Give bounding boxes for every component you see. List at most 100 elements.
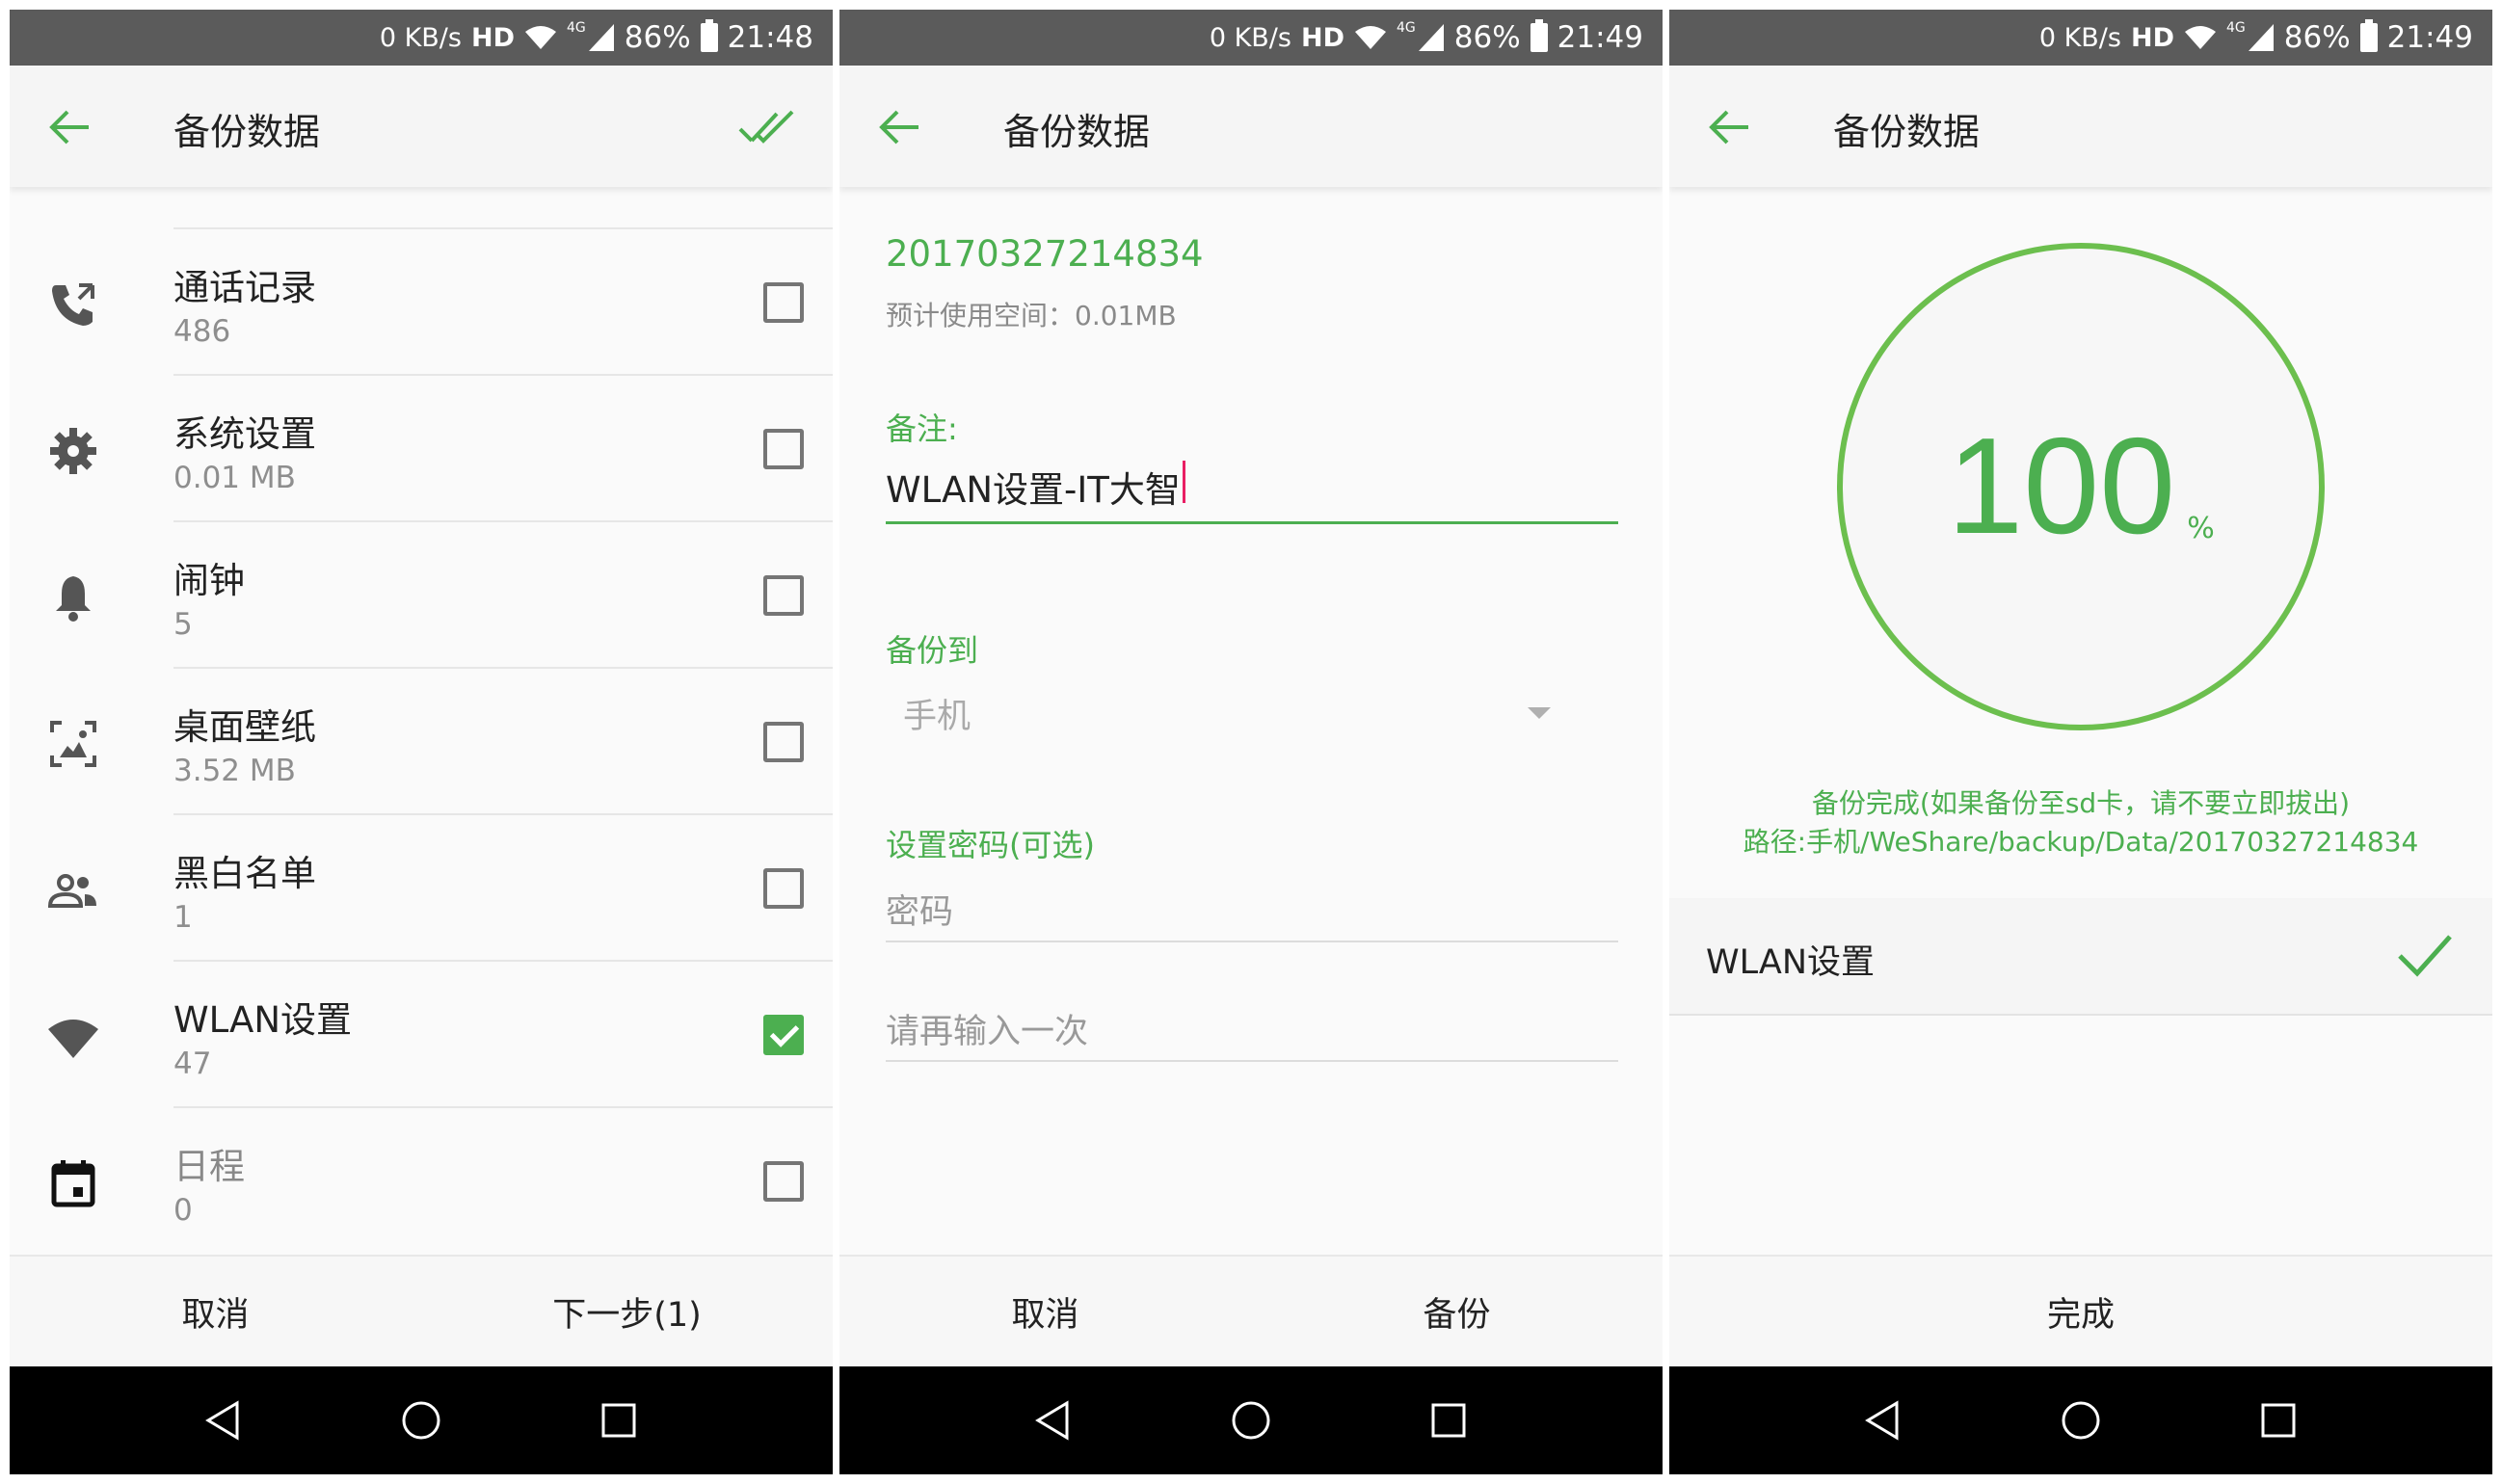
net-speed: 0 KB/s <box>2038 22 2121 53</box>
backup-button[interactable]: 备份 <box>1251 1257 1663 1366</box>
item-name: 系统设置 <box>173 413 316 455</box>
item-checkbox[interactable] <box>763 1015 804 1055</box>
nav-bar <box>839 1366 1663 1474</box>
page-title: 备份数据 <box>173 111 321 153</box>
next-button[interactable]: 下一步(1) <box>421 1257 833 1366</box>
item-name: 闹钟 <box>173 560 245 601</box>
finish-button[interactable]: 完成 <box>1669 1257 2492 1366</box>
item-name: 日程 <box>173 1146 245 1187</box>
net-speed: 0 KB/s <box>1209 22 1291 53</box>
list-item-call-log[interactable]: 通话记录 486 <box>10 229 833 376</box>
status-bar: 0 KB/s HD 4G 86% 21:48 <box>10 10 833 66</box>
nav-back-icon[interactable] <box>1030 1397 1077 1444</box>
dropdown-arrow-icon <box>1528 707 1551 719</box>
nav-back-icon[interactable] <box>1860 1397 1906 1444</box>
list-item-wallpaper[interactable]: 桌面壁纸 3.52 MB <box>10 669 833 815</box>
battery-icon <box>700 19 718 52</box>
item-checkbox[interactable] <box>763 282 804 323</box>
item-checkbox[interactable] <box>763 868 804 909</box>
nav-home-icon[interactable] <box>2058 1397 2104 1444</box>
item-checkbox[interactable] <box>763 429 804 469</box>
text-cursor <box>1182 461 1185 503</box>
people-icon <box>47 874 96 908</box>
item-checkbox[interactable] <box>763 575 804 616</box>
password-label: 设置密码(可选) <box>886 827 1095 863</box>
bottom-bar: 完成 <box>1669 1255 2492 1366</box>
phone-icon <box>52 283 94 326</box>
password-confirm-placeholder: 请再输入一次 <box>886 1013 1089 1051</box>
wifi-signal-icon <box>2184 26 2216 49</box>
item-name: 通话记录 <box>173 267 316 308</box>
battery-percent: 86% <box>1453 20 1521 55</box>
list-item-blacklist[interactable]: 黑白名单 1 <box>10 815 833 962</box>
backup-id: 20170327214834 <box>886 233 1204 275</box>
cancel-button[interactable]: 取消 <box>10 1257 421 1366</box>
page-title: 备份数据 <box>1003 111 1151 153</box>
result-item: WLAN设置 <box>1669 898 2492 1016</box>
network-type: 4G <box>1396 20 1416 36</box>
list-item-system-settings[interactable]: 系统设置 0.01 MB <box>10 376 833 522</box>
backup-to-value: 手机 <box>903 697 972 736</box>
item-checkbox[interactable] <box>763 722 804 762</box>
item-name: 桌面壁纸 <box>173 706 316 748</box>
hd-indicator: HD <box>2130 22 2174 53</box>
app-bar: 备份数据 <box>1669 66 2492 187</box>
status-bar: 0 KB/s HD 4G 86% 21:49 <box>839 10 1663 66</box>
clock: 21:49 <box>1557 20 1643 55</box>
back-arrow-icon[interactable] <box>48 108 91 146</box>
bell-icon <box>56 576 91 622</box>
item-count: 0.01 MB <box>173 461 296 495</box>
item-count: 5 <box>173 607 193 642</box>
nav-home-icon[interactable] <box>1228 1397 1274 1444</box>
cell-signal-icon <box>1418 24 1444 51</box>
done-message: 备份完成(如果备份至sd卡，请不要立即拔出) <box>1811 787 2351 819</box>
item-name: 黑白名单 <box>173 853 316 894</box>
select-all-icon[interactable] <box>738 108 796 146</box>
cell-signal-icon <box>588 24 614 51</box>
cell-signal-icon <box>2248 24 2274 51</box>
result-item-label: WLAN设置 <box>1706 943 1876 982</box>
password-confirm-input[interactable]: 请再输入一次 <box>886 1004 1618 1062</box>
nav-back-icon[interactable] <box>200 1397 247 1444</box>
password-input[interactable]: 密码 <box>886 885 1618 942</box>
wifi-signal-icon <box>524 26 556 49</box>
item-checkbox[interactable] <box>763 1161 804 1202</box>
battery-percent: 86% <box>2283 20 2351 55</box>
back-arrow-icon[interactable] <box>1708 108 1750 146</box>
network-type: 4G <box>566 20 586 36</box>
screen-select-items: 0 KB/s HD 4G 86% 21:48 备份数据 通话记录 486 系统设… <box>10 10 833 1474</box>
nav-recents-icon[interactable] <box>1425 1397 1472 1444</box>
item-count: 47 <box>173 1047 212 1081</box>
list-item-wlan[interactable]: WLAN设置 47 <box>10 962 833 1108</box>
progress-number: 100 <box>1947 410 2176 563</box>
battery-percent: 86% <box>624 20 691 55</box>
item-count: 1 <box>173 900 193 935</box>
gear-icon <box>50 428 96 474</box>
estimated-space: 预计使用空间：0.01MB <box>886 300 1177 331</box>
progress-value: 100 % <box>1835 241 2327 732</box>
wifi-icon <box>48 1020 98 1058</box>
hd-indicator: HD <box>470 22 515 53</box>
nav-recents-icon[interactable] <box>596 1397 642 1444</box>
nav-home-icon[interactable] <box>398 1397 444 1444</box>
clock: 21:48 <box>727 20 813 55</box>
wifi-signal-icon <box>1354 26 1386 49</box>
battery-icon <box>1530 19 1548 52</box>
page-title: 备份数据 <box>1833 111 1981 153</box>
cancel-button[interactable]: 取消 <box>839 1257 1251 1366</box>
app-bar: 备份数据 <box>839 66 1663 187</box>
item-count: 486 <box>173 314 231 349</box>
note-input[interactable]: WLAN设置-IT大智 <box>886 461 1618 524</box>
backup-to-select[interactable]: 手机 <box>886 684 1618 742</box>
back-arrow-icon[interactable] <box>878 108 920 146</box>
list-item-alarm[interactable]: 闹钟 5 <box>10 522 833 669</box>
network-type: 4G <box>2225 20 2246 36</box>
item-name: WLAN设置 <box>173 999 353 1041</box>
battery-icon <box>2359 19 2378 52</box>
screen-backup-complete: 0 KB/s HD 4G 86% 21:49 备份数据 100 % 备份完成(如… <box>1669 10 2492 1474</box>
backup-to-label: 备份到 <box>886 632 979 669</box>
list-item-calendar[interactable]: 日程 0 <box>10 1108 833 1255</box>
item-count: 0 <box>173 1193 193 1228</box>
wallpaper-icon <box>50 721 96 767</box>
nav-recents-icon[interactable] <box>2255 1397 2302 1444</box>
